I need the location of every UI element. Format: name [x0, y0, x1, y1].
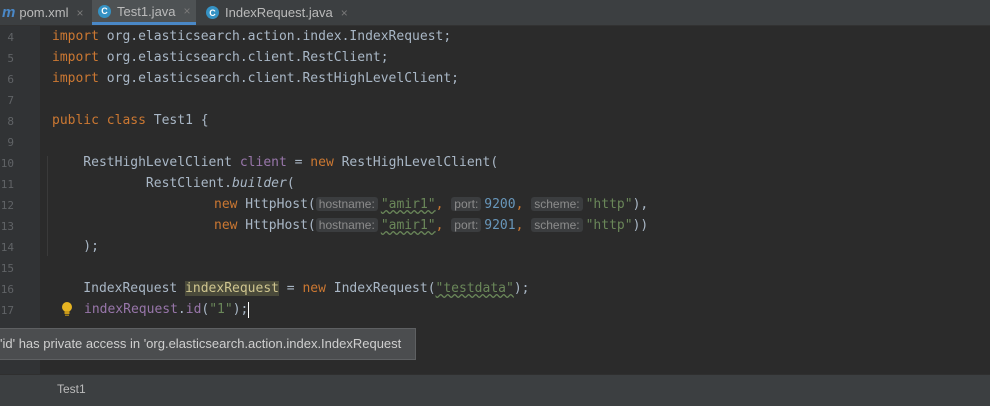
code-editor[interactable]: import org.elasticsearch.action.index.In… — [0, 26, 990, 374]
close-icon[interactable]: × — [76, 6, 83, 20]
code-line: IndexRequest indexRequest = new IndexReq… — [52, 281, 530, 296]
tab-label: Test1.java — [117, 3, 176, 19]
tab-test1-java[interactable]: C Test1.java × — [92, 0, 196, 25]
code-line: RestClient.builder( — [52, 176, 295, 191]
parameter-hint: port: — [451, 218, 482, 232]
text-cursor — [248, 301, 250, 318]
tab-label: pom.xml — [19, 5, 69, 20]
java-class-icon: C — [206, 6, 219, 19]
code-line: import org.elasticsearch.client.RestHigh… — [52, 71, 459, 86]
code-line: RestHighLevelClient client = new RestHig… — [52, 155, 499, 170]
error-tooltip: 'id' has private access in 'org.elastics… — [0, 328, 417, 360]
breadcrumb-bar: Test1 — [0, 374, 990, 406]
lightbulb-icon[interactable] — [60, 301, 74, 317]
editor-tab-bar: m pom.xml × C Test1.java × C IndexReques… — [0, 0, 990, 26]
parameter-hint: scheme: — [531, 218, 583, 232]
tab-pom-xml[interactable]: m pom.xml × — [0, 0, 88, 25]
code-line: indexRequest.id("1"); — [84, 301, 250, 318]
parameter-hint: scheme: — [531, 197, 583, 211]
tab-indexrequest-java[interactable]: C IndexRequest.java × — [200, 0, 358, 25]
breadcrumb-class[interactable]: Test1 — [57, 382, 86, 396]
code-line: new HttpHost(hostname: "amir1", port: 9200… — [214, 197, 649, 212]
code-line: new HttpHost(hostname: "amir1", port: 9201… — [214, 218, 649, 233]
highlighted-variable: indexRequest — [185, 281, 279, 296]
code-line: import org.elasticsearch.action.index.In… — [52, 29, 452, 44]
parameter-hint: port: — [451, 197, 482, 211]
code-line: ); — [52, 239, 99, 254]
close-icon[interactable]: × — [341, 6, 348, 20]
indent-guide — [47, 156, 48, 256]
close-icon[interactable]: × — [184, 4, 191, 18]
code-line: import org.elasticsearch.client.RestClie… — [52, 50, 389, 65]
java-class-icon: C — [98, 4, 111, 18]
parameter-hint: hostname: — [315, 218, 378, 232]
maven-icon: m — [2, 4, 16, 21]
code-line: public class Test1 { — [52, 113, 209, 128]
parameter-hint: hostname: — [315, 197, 378, 211]
tab-label: IndexRequest.java — [225, 5, 333, 20]
